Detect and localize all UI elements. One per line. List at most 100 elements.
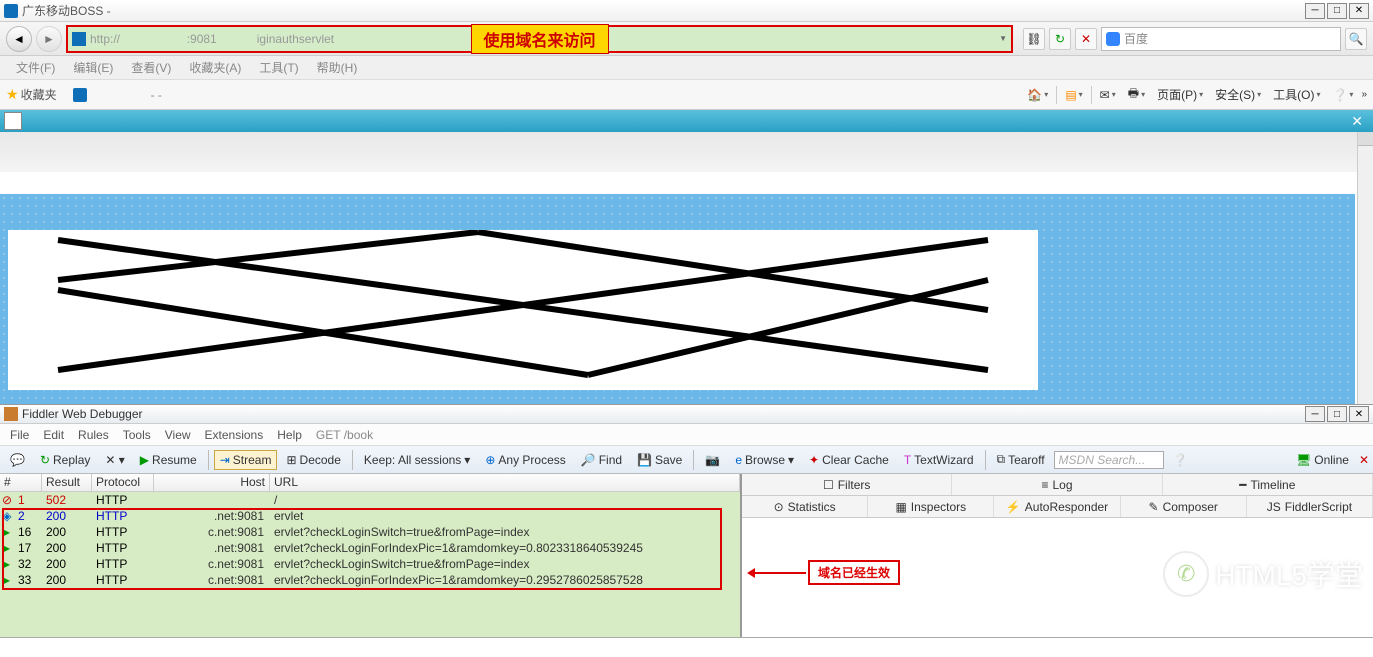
- minimize-button[interactable]: ─: [1305, 3, 1325, 19]
- fmenu-edit[interactable]: Edit: [37, 426, 70, 444]
- tab-log[interactable]: ≡Log: [952, 474, 1162, 495]
- safety-menu[interactable]: 安全(S)▾: [1211, 84, 1265, 105]
- fiddler-maximize-button[interactable]: □: [1327, 406, 1347, 422]
- sessions-panel: # Result Protocol Host URL ⊘1502HTTP/◈22…: [0, 474, 742, 637]
- fiddler-minimize-button[interactable]: ─: [1305, 406, 1325, 422]
- maximize-button[interactable]: □: [1327, 3, 1347, 19]
- session-row[interactable]: ▸33200HTTPc.net:9081ervlet?checkLoginFor…: [0, 572, 740, 588]
- fiddler-close-button[interactable]: ✕: [1349, 406, 1369, 422]
- tearoff-button[interactable]: ⧉Tearoff: [991, 449, 1051, 470]
- fmenu-getbook[interactable]: GET /book: [310, 426, 379, 444]
- annotation-domain-label: 使用域名来访问: [470, 24, 608, 54]
- fmenu-help[interactable]: Help: [271, 426, 308, 444]
- any-process-button[interactable]: ⊕Any Process: [479, 450, 571, 470]
- sessions-list[interactable]: ⊘1502HTTP/◈2200HTTP.net:9081ervlet▸16200…: [0, 492, 740, 637]
- fiddler-window-title: Fiddler Web Debugger: [22, 407, 1305, 421]
- save-button[interactable]: 💾Save: [631, 450, 688, 470]
- tools-menu[interactable]: 工具(O)▾: [1269, 84, 1324, 105]
- stream-button[interactable]: ⇥Stream: [214, 450, 278, 470]
- baidu-icon: [1106, 32, 1120, 46]
- search-go-button[interactable]: 🔍: [1345, 28, 1367, 50]
- favorites-label[interactable]: 收藏夹: [21, 86, 57, 103]
- url-dropdown-icon[interactable]: ▼: [999, 34, 1007, 43]
- expand-chevron-icon[interactable]: »: [1361, 89, 1367, 100]
- home-button[interactable]: 🏠▾: [1023, 86, 1052, 104]
- browse-button[interactable]: eBrowse ▾: [729, 450, 800, 470]
- menu-edit[interactable]: 编辑(E): [65, 57, 121, 78]
- page-menu[interactable]: 页面(P)▾: [1153, 84, 1207, 105]
- sessions-header[interactable]: # Result Protocol Host URL: [0, 474, 740, 492]
- clear-cache-button[interactable]: ✦Clear Cache: [803, 450, 895, 470]
- tab-filters[interactable]: ☐Filters: [742, 474, 952, 495]
- tabs-lower: ⊙Statistics▦Inspectors⚡AutoResponder✎Com…: [742, 496, 1373, 518]
- col-url: URL: [270, 474, 740, 491]
- session-row[interactable]: ◈2200HTTP.net:9081ervlet: [0, 508, 740, 524]
- toolbar-close-icon[interactable]: ✕: [1359, 453, 1369, 467]
- site-fav-icon[interactable]: [73, 88, 87, 102]
- tab-close-button[interactable]: ✕: [1345, 113, 1369, 130]
- scroll-up-button[interactable]: [1358, 132, 1373, 146]
- watermark: ✆ HTML5学堂: [1163, 551, 1363, 597]
- tab-inspectors[interactable]: ▦Inspectors: [868, 496, 994, 517]
- fmenu-file[interactable]: File: [4, 426, 35, 444]
- menu-help[interactable]: 帮助(H): [309, 57, 366, 78]
- search-box[interactable]: 百度: [1101, 27, 1341, 51]
- col-result: Result: [42, 474, 92, 491]
- help-button[interactable]: ❔▾: [1328, 86, 1357, 104]
- menu-view[interactable]: 查看(V): [123, 57, 179, 78]
- fiddler-title-bar: Fiddler Web Debugger ─ □ ✕: [0, 404, 1373, 424]
- close-button[interactable]: ✕: [1349, 3, 1369, 19]
- ie-app-icon: [4, 4, 18, 18]
- ie-menu-bar: 文件(F) 编辑(E) 查看(V) 收藏夹(A) 工具(T) 帮助(H): [0, 56, 1373, 80]
- stop-button[interactable]: ✕: [1075, 28, 1097, 50]
- session-row[interactable]: ▸16200HTTPc.net:9081ervlet?checkLoginSwi…: [0, 524, 740, 540]
- textwizard-button[interactable]: TTextWizard: [898, 450, 980, 470]
- fiddler-toolbar: 💬 ↻Replay ✕ ▾ ▶Resume ⇥Stream ⊞Decode Ke…: [0, 446, 1373, 474]
- remove-button[interactable]: ✕ ▾: [99, 450, 130, 470]
- search-placeholder: 百度: [1124, 30, 1148, 47]
- fmenu-view[interactable]: View: [159, 426, 197, 444]
- scrollbar[interactable]: [1357, 132, 1373, 404]
- session-row[interactable]: ▸32200HTTPc.net:9081ervlet?checkLoginSwi…: [0, 556, 740, 572]
- session-row[interactable]: ▸17200HTTP.net:9081ervlet?checkLoginForI…: [0, 540, 740, 556]
- back-button[interactable]: ◄: [6, 26, 32, 52]
- col-number: #: [0, 474, 42, 491]
- forward-button[interactable]: ►: [36, 26, 62, 52]
- comment-button[interactable]: 💬: [4, 450, 31, 470]
- wechat-icon: ✆: [1163, 551, 1209, 597]
- menu-favorites[interactable]: 收藏夹(A): [181, 57, 249, 78]
- menu-tools[interactable]: 工具(T): [251, 57, 306, 78]
- tab-timeline[interactable]: ━Timeline: [1163, 474, 1373, 495]
- decode-button[interactable]: ⊞Decode: [280, 450, 346, 470]
- help-button-fiddler[interactable]: ❔: [1167, 450, 1194, 470]
- rss-button[interactable]: ▤▾: [1061, 86, 1086, 104]
- fmenu-extensions[interactable]: Extensions: [199, 426, 270, 444]
- annotation-arrow: 域名已经生效: [750, 560, 900, 585]
- tab-statistics[interactable]: ⊙Statistics: [742, 496, 868, 517]
- active-tab[interactable]: [4, 112, 22, 130]
- col-protocol: Protocol: [92, 474, 154, 491]
- session-row[interactable]: ⊘1502HTTP/: [0, 492, 740, 508]
- screenshot-button[interactable]: 📷: [699, 450, 726, 470]
- tab-fiddlerscript[interactable]: JSFiddlerScript: [1247, 496, 1373, 517]
- tab-autoresponder[interactable]: ⚡AutoResponder: [994, 496, 1120, 517]
- address-bar[interactable]: 使用域名来访问 ▼: [66, 25, 1013, 53]
- refresh-button[interactable]: ↻: [1049, 28, 1071, 50]
- col-host: Host: [154, 474, 270, 491]
- replay-button[interactable]: ↻Replay: [34, 450, 96, 470]
- keep-sessions-button[interactable]: Keep: All sessions ▾: [358, 450, 476, 470]
- fmenu-rules[interactable]: Rules: [72, 426, 115, 444]
- mail-button[interactable]: ✉▾: [1096, 86, 1120, 104]
- tab-composer[interactable]: ✎Composer: [1121, 496, 1247, 517]
- star-icon[interactable]: ★: [6, 86, 19, 103]
- tabs-upper: ☐Filters≡Log━Timeline: [742, 474, 1373, 496]
- ie-content-area: [0, 132, 1373, 404]
- compat-view-button[interactable]: ⛓: [1023, 28, 1045, 50]
- find-button[interactable]: 🔎Find: [575, 450, 628, 470]
- online-status[interactable]: 🖥Online: [1290, 450, 1355, 470]
- resume-button[interactable]: ▶Resume: [134, 450, 203, 470]
- msdn-search-input[interactable]: [1054, 451, 1164, 469]
- print-button[interactable]: 🖶▾: [1124, 82, 1149, 107]
- menu-file[interactable]: 文件(F): [8, 57, 63, 78]
- fmenu-tools[interactable]: Tools: [117, 426, 157, 444]
